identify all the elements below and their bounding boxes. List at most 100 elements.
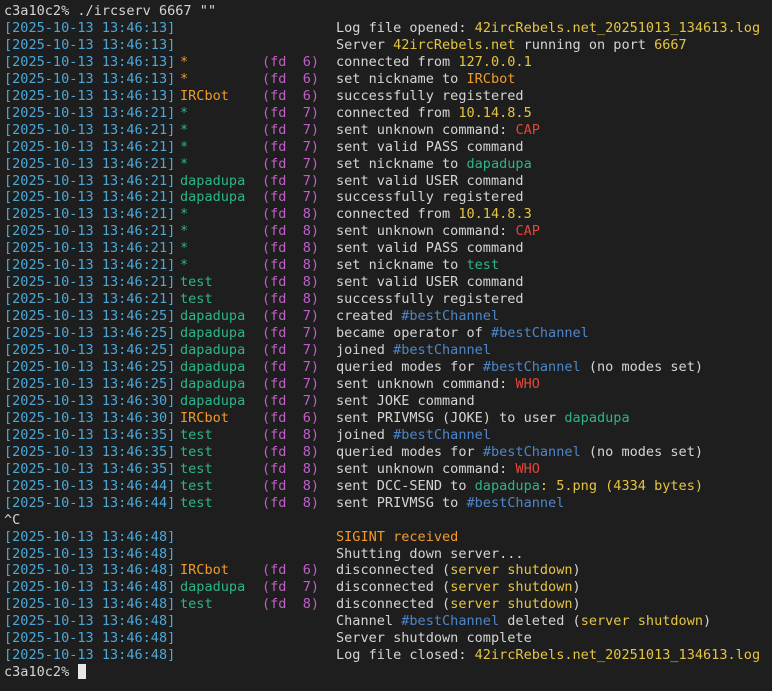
log-timestamp: [2025-10-13 13:46:21]: [4, 189, 176, 206]
log-nickname: test: [180, 291, 213, 308]
log-nickname: *: [180, 206, 189, 223]
log-line: [2025-10-13 13:46:13] * (fd 6) set nickname…: [4, 71, 772, 88]
log-line: [2025-10-13 13:46:25] dapadupa (fd 7) sent …: [4, 376, 772, 393]
log-message-segment: ): [572, 596, 581, 613]
log-line: [2025-10-13 13:46:48] Log file closed: 42…: [4, 647, 772, 664]
log-line: [2025-10-13 13:46:21] * (fd 8) set nickname…: [4, 257, 772, 274]
log-message-segment: sent DCC-SEND to: [336, 477, 475, 494]
log-message-segment: sent unknown command:: [336, 121, 516, 138]
log-nickname: test: [180, 494, 213, 511]
log-message-segment: #bestChannel: [482, 443, 581, 460]
log-timestamp: [2025-10-13 13:46:30]: [4, 392, 176, 409]
log-nickname: *: [180, 257, 189, 274]
log-message-segment: WHO: [515, 460, 540, 477]
log-timestamp: [2025-10-13 13:46:30]: [4, 409, 176, 426]
log-nickname: IRCbot: [180, 562, 229, 579]
text-cursor: [78, 664, 87, 680]
log-fd: (fd 7): [262, 155, 320, 172]
log-message-segment: sent unknown command:: [336, 375, 516, 392]
log-timestamp: [2025-10-13 13:46:25]: [4, 325, 176, 342]
log-timestamp: [2025-10-13 13:46:35]: [4, 426, 176, 443]
log-timestamp: [2025-10-13 13:46:44]: [4, 477, 176, 494]
terminal-window[interactable]: c3a10c2% ./ircserv 6667 "" [2025-10-13 1…: [0, 0, 772, 691]
log-message-segment: sent JOKE command: [336, 392, 475, 409]
command-line: c3a10c2% ./ircserv 6667 "": [4, 3, 217, 19]
log-message-segment: sent valid PASS command: [336, 138, 524, 155]
log-nickname: IRCbot: [180, 87, 229, 104]
log-nickname: *: [180, 138, 189, 155]
log-nickname: dapadupa: [180, 392, 246, 409]
log-line: [2025-10-13 13:46:48] Shutting down serve…: [4, 546, 772, 563]
log-fd: (fd 8): [262, 223, 320, 240]
log-line: [2025-10-13 13:46:25] dapadupa (fd 7) queri…: [4, 359, 772, 376]
log-message-segment: dapadupa: [474, 477, 540, 494]
log-message-segment: queried modes for: [336, 443, 483, 460]
log-fd: (fd 7): [262, 375, 320, 392]
log-line: [2025-10-13 13:46:21] * (fd 8) sent valid P…: [4, 240, 772, 257]
log-timestamp: [2025-10-13 13:46:13]: [4, 53, 176, 70]
log-message-segment: IRCbot: [466, 70, 516, 87]
log-message-segment: 42ircRebels.net_20251013_134613.log: [474, 19, 761, 36]
log-fd: (fd 8): [262, 596, 320, 613]
log-message-segment: Server shutdown complete: [336, 630, 532, 647]
log-nickname: test: [180, 477, 213, 494]
log-line: [2025-10-13 13:46:35] test (fd 8) joined #b…: [4, 427, 772, 444]
log-timestamp: [2025-10-13 13:46:48]: [4, 562, 176, 579]
log-fd: (fd 7): [262, 325, 320, 342]
log-nickname: dapadupa: [180, 579, 246, 596]
log-nickname: dapadupa: [180, 308, 246, 325]
log-message-segment: set nickname to: [336, 155, 467, 172]
prompt-line[interactable]: c3a10c2%: [4, 664, 772, 681]
log-timestamp: [2025-10-13 13:46:25]: [4, 375, 176, 392]
log-nickname: test: [180, 443, 213, 460]
log-message-segment: set nickname to: [336, 257, 467, 274]
log-message-segment: #bestChannel: [401, 308, 500, 325]
log-timestamp: [2025-10-13 13:46:21]: [4, 155, 176, 172]
server-log: [2025-10-13 13:46:13] Log file opened: 42…: [4, 20, 772, 664]
log-message-segment: set nickname to: [336, 70, 467, 87]
log-fd: (fd 8): [262, 460, 320, 477]
log-message-segment: (no modes set): [580, 443, 704, 460]
log-nickname: *: [180, 223, 189, 240]
log-timestamp: [2025-10-13 13:46:44]: [4, 494, 176, 511]
log-message-segment: ): [572, 579, 581, 596]
log-line: [2025-10-13 13:46:25] dapadupa (fd 7) joine…: [4, 342, 772, 359]
log-line: [2025-10-13 13:46:21] * (fd 7) set nickname…: [4, 156, 772, 173]
log-line: [2025-10-13 13:46:48] Channel #bestChanne…: [4, 613, 772, 630]
log-fd: (fd 7): [262, 189, 320, 206]
log-fd: (fd 7): [262, 392, 320, 409]
log-nickname: test: [180, 460, 213, 477]
log-message-segment: sent valid USER command: [336, 172, 524, 189]
log-line: [2025-10-13 13:46:48] dapadupa (fd 7) disco…: [4, 579, 772, 596]
log-nickname: *: [180, 104, 189, 121]
log-line: [2025-10-13 13:46:21] * (fd 8) connected fr…: [4, 206, 772, 223]
log-message-segment: sent PRIVMSG to: [336, 494, 467, 511]
log-message-segment: Log file closed:: [336, 647, 475, 664]
log-message-segment: #bestChannel: [393, 342, 491, 359]
log-message-segment: #bestChannel: [466, 494, 565, 511]
log-message-segment: #bestChannel: [482, 359, 581, 376]
log-nickname: *: [180, 240, 189, 257]
log-timestamp: [2025-10-13 13:46:35]: [4, 443, 176, 460]
log-line: [2025-10-13 13:46:48] test (fd 8) disconnec…: [4, 596, 772, 613]
log-message-segment: 6667: [654, 36, 687, 53]
log-fd: (fd 7): [262, 359, 320, 376]
log-nickname: dapadupa: [180, 342, 246, 359]
log-nickname: test: [180, 426, 213, 443]
log-nickname: IRCbot: [180, 409, 229, 426]
log-timestamp: [2025-10-13 13:46:25]: [4, 359, 176, 376]
log-message-segment: successfully registered: [336, 291, 524, 308]
interrupt-text: ^C: [4, 511, 21, 528]
log-timestamp: [2025-10-13 13:46:48]: [4, 596, 176, 613]
log-nickname: *: [180, 53, 189, 70]
log-nickname: dapadupa: [180, 325, 246, 342]
log-message-segment: dapadupa: [466, 155, 532, 172]
log-nickname: dapadupa: [180, 359, 246, 376]
log-line: [2025-10-13 13:46:21] test (fd 8) successfu…: [4, 291, 772, 308]
log-line: [2025-10-13 13:46:30] dapadupa (fd 7) sent …: [4, 393, 772, 410]
log-fd: (fd 7): [262, 579, 320, 596]
log-line: [2025-10-13 13:46:25] dapadupa (fd 7) creat…: [4, 308, 772, 325]
log-fd: (fd 8): [262, 257, 320, 274]
log-line: [2025-10-13 13:46:21] * (fd 8) sent unknown…: [4, 223, 772, 240]
log-fd: (fd 6): [262, 409, 320, 426]
